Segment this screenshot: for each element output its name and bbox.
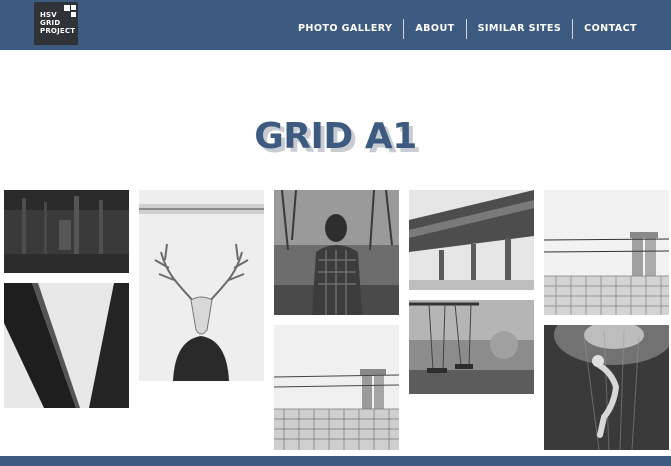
deer-skull-portrait-photo[interactable] (139, 190, 264, 381)
header-bar: HSV GRID PROJECT PHOTO GALLERY ABOUT SIM… (0, 0, 671, 50)
footer-bar (0, 456, 671, 466)
logo-square-icon (71, 5, 76, 10)
nav-contact[interactable]: CONTACT (573, 20, 648, 38)
overpass-from-below-photo[interactable] (4, 283, 129, 408)
logo-text: HSV GRID PROJECT (40, 11, 78, 35)
nav-photo-gallery[interactable]: PHOTO GALLERY (287, 20, 403, 38)
dark-corridor-photo-image (4, 190, 129, 273)
bridge-underside-photo[interactable] (409, 190, 534, 290)
dark-corridor-photo[interactable] (4, 190, 129, 273)
fence-silos-photo[interactable] (274, 325, 399, 450)
barbed-wire-photo-image (544, 190, 669, 315)
swings-photo-image (409, 300, 534, 394)
logo-line: PROJECT (40, 27, 76, 35)
man-flannel-photo-image (274, 190, 399, 315)
page-title: GRID A1 (254, 116, 417, 157)
nav-similar-sites[interactable]: SIMILAR SITES (467, 20, 573, 38)
main-nav: PHOTO GALLERY ABOUT SIMILAR SITES CONTAC… (287, 19, 648, 39)
nav-about[interactable]: ABOUT (404, 20, 465, 38)
fence-silos-photo-image (274, 325, 399, 450)
underwater-photo-image (544, 325, 669, 450)
bridge-photo-image (409, 190, 534, 290)
barbed-wire-silos-photo[interactable] (544, 190, 669, 315)
deer-skull-photo-image (139, 190, 264, 381)
site-logo[interactable]: HSV GRID PROJECT (34, 2, 78, 45)
underwater-figure-photo[interactable] (544, 325, 669, 450)
overpass-photo-image (4, 283, 129, 408)
man-in-flannel-photo[interactable] (274, 190, 399, 315)
logo-line: GRID (40, 19, 61, 27)
logo-line: HSV (40, 11, 57, 19)
swings-photo[interactable] (409, 300, 534, 394)
